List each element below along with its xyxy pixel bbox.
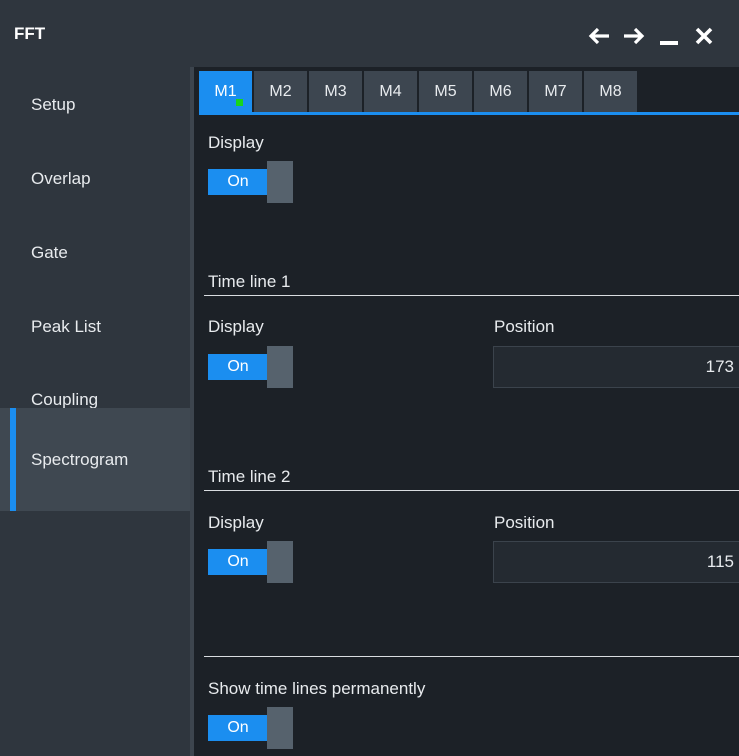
tab-m5[interactable]: M5 xyxy=(419,71,473,112)
sidebar-item-label: Gate xyxy=(31,243,68,262)
sidebar-item-label: Setup xyxy=(31,95,76,114)
display-toggle[interactable]: On xyxy=(208,161,293,203)
title-bar-controls xyxy=(581,22,721,50)
show-permanent-label: Show time lines permanently xyxy=(208,679,426,698)
tab-label: M7 xyxy=(544,82,567,100)
tab-m7[interactable]: M7 xyxy=(529,71,583,112)
time-line-1-divider xyxy=(204,295,739,296)
toggle-on-label: On xyxy=(208,354,268,380)
sidebar-item-peak-list[interactable]: Peak List xyxy=(0,291,192,363)
tab-m3[interactable]: M3 xyxy=(309,71,363,112)
time-line-1-position-field[interactable]: 173 xyxy=(493,346,739,388)
tab-label: M6 xyxy=(489,82,512,100)
position-value: 173 xyxy=(705,357,734,376)
main-panel: M1 M2 M3 M4 M5 M6 M7 M8 Display On Time … xyxy=(194,67,739,756)
time-line-2-position-field[interactable]: 115 xyxy=(493,541,739,583)
tab-m8[interactable]: M8 xyxy=(584,71,638,112)
time-line-2-position-label: Position xyxy=(494,513,555,532)
tab-underline xyxy=(199,112,739,115)
time-line-2-divider xyxy=(204,490,739,491)
title-bar: FFT xyxy=(0,0,739,67)
tab-label: M3 xyxy=(324,82,347,100)
tab-label: M1 xyxy=(214,82,237,100)
tab-m2[interactable]: M2 xyxy=(254,71,308,112)
toggle-on-label: On xyxy=(208,169,268,195)
tab-label: M2 xyxy=(269,82,292,100)
tab-bar: M1 M2 M3 M4 M5 M6 M7 M8 xyxy=(199,67,739,115)
toggle-knob xyxy=(267,161,293,203)
time-line-1-display-toggle[interactable]: On xyxy=(208,346,293,388)
tab-label: M5 xyxy=(434,82,457,100)
toggle-knob xyxy=(267,541,293,583)
toggle-knob xyxy=(267,346,293,388)
time-line-2-display-label: Display xyxy=(208,513,264,532)
tab-m6[interactable]: M6 xyxy=(474,71,528,112)
position-value: 115 xyxy=(706,552,734,571)
toggle-knob xyxy=(267,707,293,749)
active-indicator-icon xyxy=(236,99,243,106)
fft-dialog: FFT Setup Overlap Gate Peak List Couplin… xyxy=(0,0,739,756)
minimize-icon[interactable] xyxy=(651,22,686,50)
window-title: FFT xyxy=(14,24,46,43)
sidebar-item-gate[interactable]: Gate xyxy=(0,217,192,289)
sidebar: Setup Overlap Gate Peak List Coupling Sp… xyxy=(0,67,192,756)
close-icon[interactable] xyxy=(686,22,721,50)
time-line-1-position-label: Position xyxy=(494,317,555,336)
time-line-1-display-label: Display xyxy=(208,317,264,336)
show-permanent-toggle[interactable]: On xyxy=(208,707,293,749)
tab-label: M4 xyxy=(379,82,402,100)
tab-m4[interactable]: M4 xyxy=(364,71,418,112)
sidebar-item-spectrogram[interactable]: Spectrogram xyxy=(0,408,192,511)
time-line-2-title: Time line 2 xyxy=(208,467,291,486)
tab-label: M8 xyxy=(599,82,622,100)
permanent-divider xyxy=(204,656,739,657)
toggle-on-label: On xyxy=(208,715,268,741)
tab-m1[interactable]: M1 xyxy=(199,71,253,112)
time-line-1-title: Time line 1 xyxy=(208,272,291,291)
toggle-on-label: On xyxy=(208,549,268,575)
sidebar-item-label: Coupling xyxy=(31,390,99,409)
sidebar-item-label: Peak List xyxy=(31,317,101,336)
sidebar-item-label: Overlap xyxy=(31,169,91,188)
sidebar-item-label: Spectrogram xyxy=(31,449,129,469)
sidebar-item-overlap[interactable]: Overlap xyxy=(0,143,192,215)
sidebar-item-setup[interactable]: Setup xyxy=(0,69,192,141)
arrow-right-icon[interactable] xyxy=(616,22,651,50)
time-line-2-display-toggle[interactable]: On xyxy=(208,541,293,583)
display-label: Display xyxy=(208,133,264,152)
arrow-left-icon[interactable] xyxy=(581,22,616,50)
